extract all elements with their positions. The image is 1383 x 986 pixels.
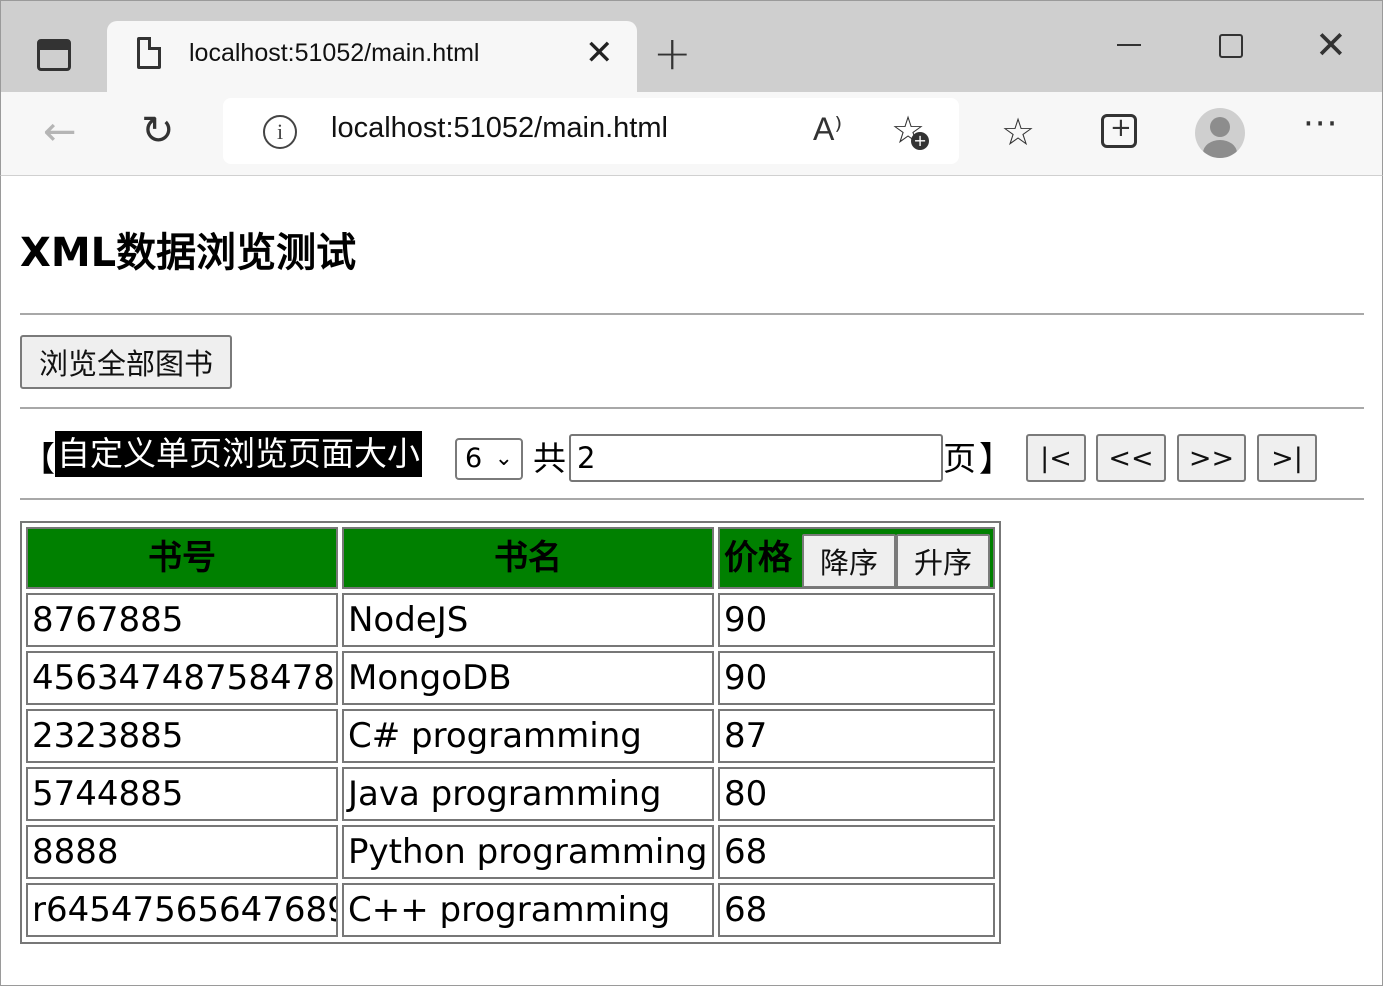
total-label: 共 bbox=[533, 439, 566, 478]
header-book-id: 书号 bbox=[26, 527, 338, 589]
total-pages-field[interactable]: 2 bbox=[569, 434, 943, 482]
cell-book-name: Python programming bbox=[342, 825, 714, 879]
cell-book-name: C++ programming bbox=[342, 883, 714, 937]
header-price-label: 价格 bbox=[724, 538, 792, 578]
window-close-icon[interactable]: ✕ bbox=[1315, 23, 1347, 67]
next-page-button[interactable]: >> bbox=[1177, 434, 1246, 482]
cell-book-name: Java programming bbox=[342, 767, 714, 821]
chevron-down-icon: ⌄ bbox=[494, 446, 513, 471]
page-size-label: 自定义单页浏览页面大小 bbox=[55, 431, 422, 477]
close-icon[interactable]: ✕ bbox=[585, 33, 614, 73]
browse-all-button[interactable]: 浏览全部图书 bbox=[20, 335, 232, 389]
collections-icon[interactable] bbox=[1101, 113, 1137, 148]
open-bracket: 【 bbox=[21, 440, 55, 480]
sort-desc-button[interactable]: 降序 bbox=[802, 534, 896, 587]
tab-strip: localhost:51052/main.html ✕ + ✕ bbox=[0, 0, 1383, 93]
reload-icon[interactable]: ↻ bbox=[141, 108, 175, 154]
header-book-name: 书名 bbox=[342, 527, 714, 589]
more-icon[interactable]: ··· bbox=[1303, 104, 1338, 144]
star-plus-icon[interactable]: ☆ bbox=[891, 108, 930, 152]
pages-label: 页 bbox=[943, 439, 976, 478]
cell-book-id: 2323885 bbox=[26, 709, 338, 763]
cell-book-id: 8767885 bbox=[26, 593, 338, 647]
cell-price: 87 bbox=[718, 709, 995, 763]
cell-book-name: C# programming bbox=[342, 709, 714, 763]
tab-title: localhost:51052/main.html bbox=[189, 39, 480, 67]
page-title: XML数据浏览测试 bbox=[20, 230, 357, 276]
sidebar-toggle-icon[interactable] bbox=[37, 39, 71, 71]
back-arrow-icon[interactable]: ← bbox=[43, 110, 77, 154]
address-bar[interactable]: i localhost:51052/main.html A⁾ ☆ bbox=[223, 98, 959, 164]
cell-price: 80 bbox=[718, 767, 995, 821]
cell-price: 90 bbox=[718, 651, 995, 705]
divider bbox=[20, 407, 1364, 409]
plus-icon[interactable]: + bbox=[653, 27, 692, 79]
header-price: 价格 降序 升序 bbox=[718, 527, 995, 589]
page-icon bbox=[137, 37, 161, 69]
browser-tab[interactable]: localhost:51052/main.html ✕ bbox=[107, 21, 637, 93]
sort-asc-button[interactable]: 升序 bbox=[896, 534, 990, 587]
pager: 【 自定义单页浏览页面大小 6 ⌄ 共 2 页 】 |< << >> >| bbox=[21, 430, 1341, 486]
prev-page-button[interactable]: << bbox=[1096, 434, 1166, 482]
page-viewport: XML数据浏览测试 浏览全部图书 【 自定义单页浏览页面大小 6 ⌄ 共 2 页… bbox=[0, 176, 1383, 986]
page-size-value: 6 bbox=[465, 443, 483, 474]
cell-book-id: r64547565647689 bbox=[26, 883, 338, 937]
maximize-icon[interactable] bbox=[1219, 34, 1243, 58]
info-icon[interactable]: i bbox=[263, 115, 297, 149]
favorites-icon[interactable]: ☆ bbox=[1001, 110, 1035, 154]
cell-book-id: 8888 bbox=[26, 825, 338, 879]
cell-book-id: 45634748758478 bbox=[26, 651, 338, 705]
cell-book-name: MongoDB bbox=[342, 651, 714, 705]
read-aloud-icon[interactable]: A⁾ bbox=[813, 110, 842, 148]
profile-icon[interactable] bbox=[1195, 108, 1245, 158]
close-bracket: 】 bbox=[979, 440, 1013, 480]
browser-toolbar: ← ↻ i localhost:51052/main.html A⁾ ☆ ☆ ·… bbox=[0, 92, 1383, 176]
page-size-select[interactable]: 6 ⌄ bbox=[455, 438, 523, 480]
cell-price: 68 bbox=[718, 825, 995, 879]
divider bbox=[20, 313, 1364, 315]
cell-price: 90 bbox=[718, 593, 995, 647]
url-text[interactable]: localhost:51052/main.html bbox=[331, 112, 668, 145]
cell-book-id: 5744885 bbox=[26, 767, 338, 821]
minimize-icon[interactable] bbox=[1117, 44, 1141, 46]
cell-price: 68 bbox=[718, 883, 995, 937]
book-table: 书号 书名 价格 降序 升序 8767885 NodeJS 90 4563474… bbox=[20, 521, 1001, 944]
cell-book-name: NodeJS bbox=[342, 593, 714, 647]
first-page-button[interactable]: |< bbox=[1026, 434, 1086, 482]
divider bbox=[20, 498, 1364, 500]
last-page-button[interactable]: >| bbox=[1257, 434, 1317, 482]
